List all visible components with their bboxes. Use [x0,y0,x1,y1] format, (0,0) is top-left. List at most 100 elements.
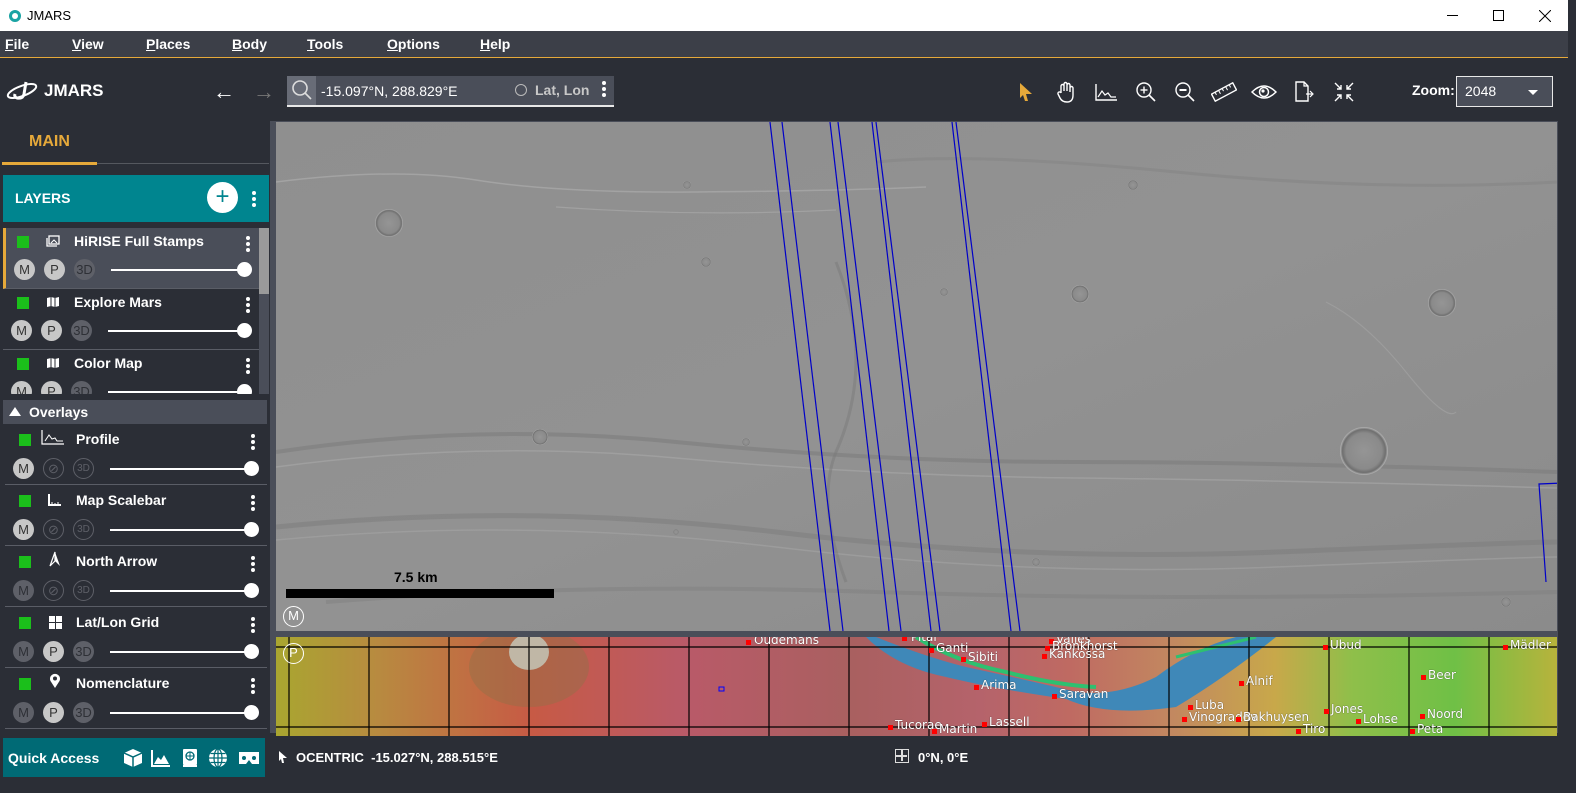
overlay-options-kebab[interactable] [250,678,256,694]
overlay-row-north-arrow[interactable]: North Arrow M ⊘ 3D [5,546,267,607]
layer-options-kebab[interactable] [245,297,251,313]
investigate-tool[interactable] [1251,79,1277,105]
overlay-options-kebab[interactable] [250,495,256,511]
visibility-toggle[interactable] [17,297,29,309]
pan-hand-tool[interactable] [1053,79,1079,105]
3d-cube-icon[interactable] [122,748,144,768]
opacity-slider[interactable] [111,269,248,271]
visibility-toggle[interactable] [19,678,31,690]
tab-main[interactable]: MAIN [2,121,97,165]
overlay-row-nomenclature[interactable]: Nomenclature M P 3D [5,668,267,729]
opacity-slider-knob[interactable] [244,522,259,537]
overlay-row-latlon-grid[interactable]: Lat/Lon Grid M P 3D [5,607,267,668]
opacity-slider-knob[interactable] [244,461,259,476]
export-tool[interactable] [1291,79,1317,105]
menu-view[interactable]: View [72,36,104,52]
visibility-toggle[interactable] [17,236,29,248]
3d-view-toggle[interactable]: 3D [71,320,92,341]
globe-icon[interactable] [207,748,229,768]
forward-button[interactable]: → [253,79,275,105]
close-button[interactable] [1521,0,1568,31]
opacity-slider[interactable] [108,391,245,393]
visibility-toggle[interactable] [19,617,31,629]
panner-view-toggle[interactable]: P [43,702,64,723]
visibility-toggle[interactable] [17,358,29,370]
zoom-select[interactable]: 2048 [1456,76,1553,107]
opacity-slider-knob[interactable] [244,583,259,598]
profile-tool[interactable] [1093,79,1119,105]
visibility-toggle[interactable] [19,495,31,507]
search-options-kebab[interactable] [601,81,607,97]
opacity-slider-knob[interactable] [244,705,259,720]
back-button[interactable]: ← [213,79,235,105]
zoom-in-tool[interactable] [1133,79,1159,105]
resize-tool[interactable] [1331,79,1357,105]
maximize-button-box[interactable] [1475,0,1521,31]
opacity-slider-knob[interactable] [237,323,252,338]
overlay-options-kebab[interactable] [250,617,256,633]
overlay-options-kebab[interactable] [250,434,256,450]
opacity-slider[interactable] [110,590,250,592]
opacity-slider-knob[interactable] [244,644,259,659]
3d-view-toggle[interactable]: 3D [71,381,92,394]
vr-headset-icon[interactable] [238,748,260,768]
main-view-toggle[interactable]: M [13,702,34,723]
main-view-toggle[interactable]: M [11,320,32,341]
place-label: Pital [911,637,937,644]
layers-options-kebab[interactable] [251,191,257,207]
opacity-slider[interactable] [108,330,245,332]
main-view-toggle[interactable]: M [13,641,34,662]
menu-body[interactable]: Body [232,36,267,52]
main-view-toggle[interactable]: M [11,381,32,394]
close-icon [1538,9,1551,22]
visibility-toggle[interactable] [19,434,31,446]
map-scrollbar[interactable] [1558,121,1568,733]
opacity-slider[interactable] [110,712,250,714]
elevation-chart-icon[interactable] [150,748,172,768]
main-view-toggle[interactable]: M [14,259,35,280]
menu-help[interactable]: Help [480,36,510,52]
atlas-book-icon[interactable] [179,748,201,768]
main-map-view[interactable]: 7.5 km M [276,122,1557,631]
layer-row-hirise[interactable]: HiRISE Full Stamps M P 3D [3,228,259,289]
3d-view-toggle[interactable]: 3D [74,259,95,280]
search-mode-label[interactable]: Lat, Lon [535,82,589,98]
main-view-toggle[interactable]: M [13,458,34,479]
overlay-row-profile[interactable]: Profile M ⊘ 3D [5,424,267,485]
opacity-slider[interactable] [110,468,250,470]
opacity-slider-knob[interactable] [237,262,252,277]
opacity-slider[interactable] [110,651,250,653]
north-arrow-icon [48,551,62,567]
panner-map-view[interactable]: P Oudemans Pital Valles Bronkhorst Kanko… [276,637,1557,736]
layer-options-kebab[interactable] [245,236,251,252]
main-view-toggle[interactable]: M [13,519,34,540]
panner-view-toggle[interactable]: P [43,641,64,662]
zoom-out-tool[interactable] [1172,79,1198,105]
menu-file[interactable]: File [5,36,29,52]
layer-options-kebab[interactable] [245,358,251,374]
overlay-options-kebab[interactable] [250,556,256,572]
search-button[interactable] [287,76,316,105]
opacity-slider[interactable] [110,529,250,531]
panner-view-toggle[interactable]: P [41,381,62,394]
3d-view-toggle[interactable]: 3D [73,702,94,723]
measure-tool[interactable] [1211,79,1237,105]
location-search-input[interactable] [321,81,506,101]
add-layer-button[interactable]: + [207,182,238,213]
visibility-toggle[interactable] [19,556,31,568]
minimize-button-box[interactable] [1429,0,1475,31]
overlays-header[interactable]: Overlays [3,400,267,424]
opacity-slider-knob[interactable] [237,384,252,394]
main-view-toggle[interactable]: M [13,580,34,601]
overlay-row-map-scalebar[interactable]: Map Scalebar M ⊘ 3D [5,485,267,546]
menu-tools[interactable]: Tools [307,36,343,52]
select-pointer-tool[interactable] [1013,79,1039,105]
panner-view-toggle[interactable]: P [44,259,65,280]
menu-options[interactable]: Options [387,36,440,52]
3d-view-toggle[interactable]: 3D [73,641,94,662]
panner-view-toggle[interactable]: P [41,320,62,341]
layer-row-color-map[interactable]: Color Map M P 3D [3,350,259,394]
layers-scrollbar-thumb[interactable] [259,228,269,294]
layer-row-explore-mars[interactable]: Explore Mars M P 3D [3,289,259,350]
menu-places[interactable]: Places [146,36,190,52]
